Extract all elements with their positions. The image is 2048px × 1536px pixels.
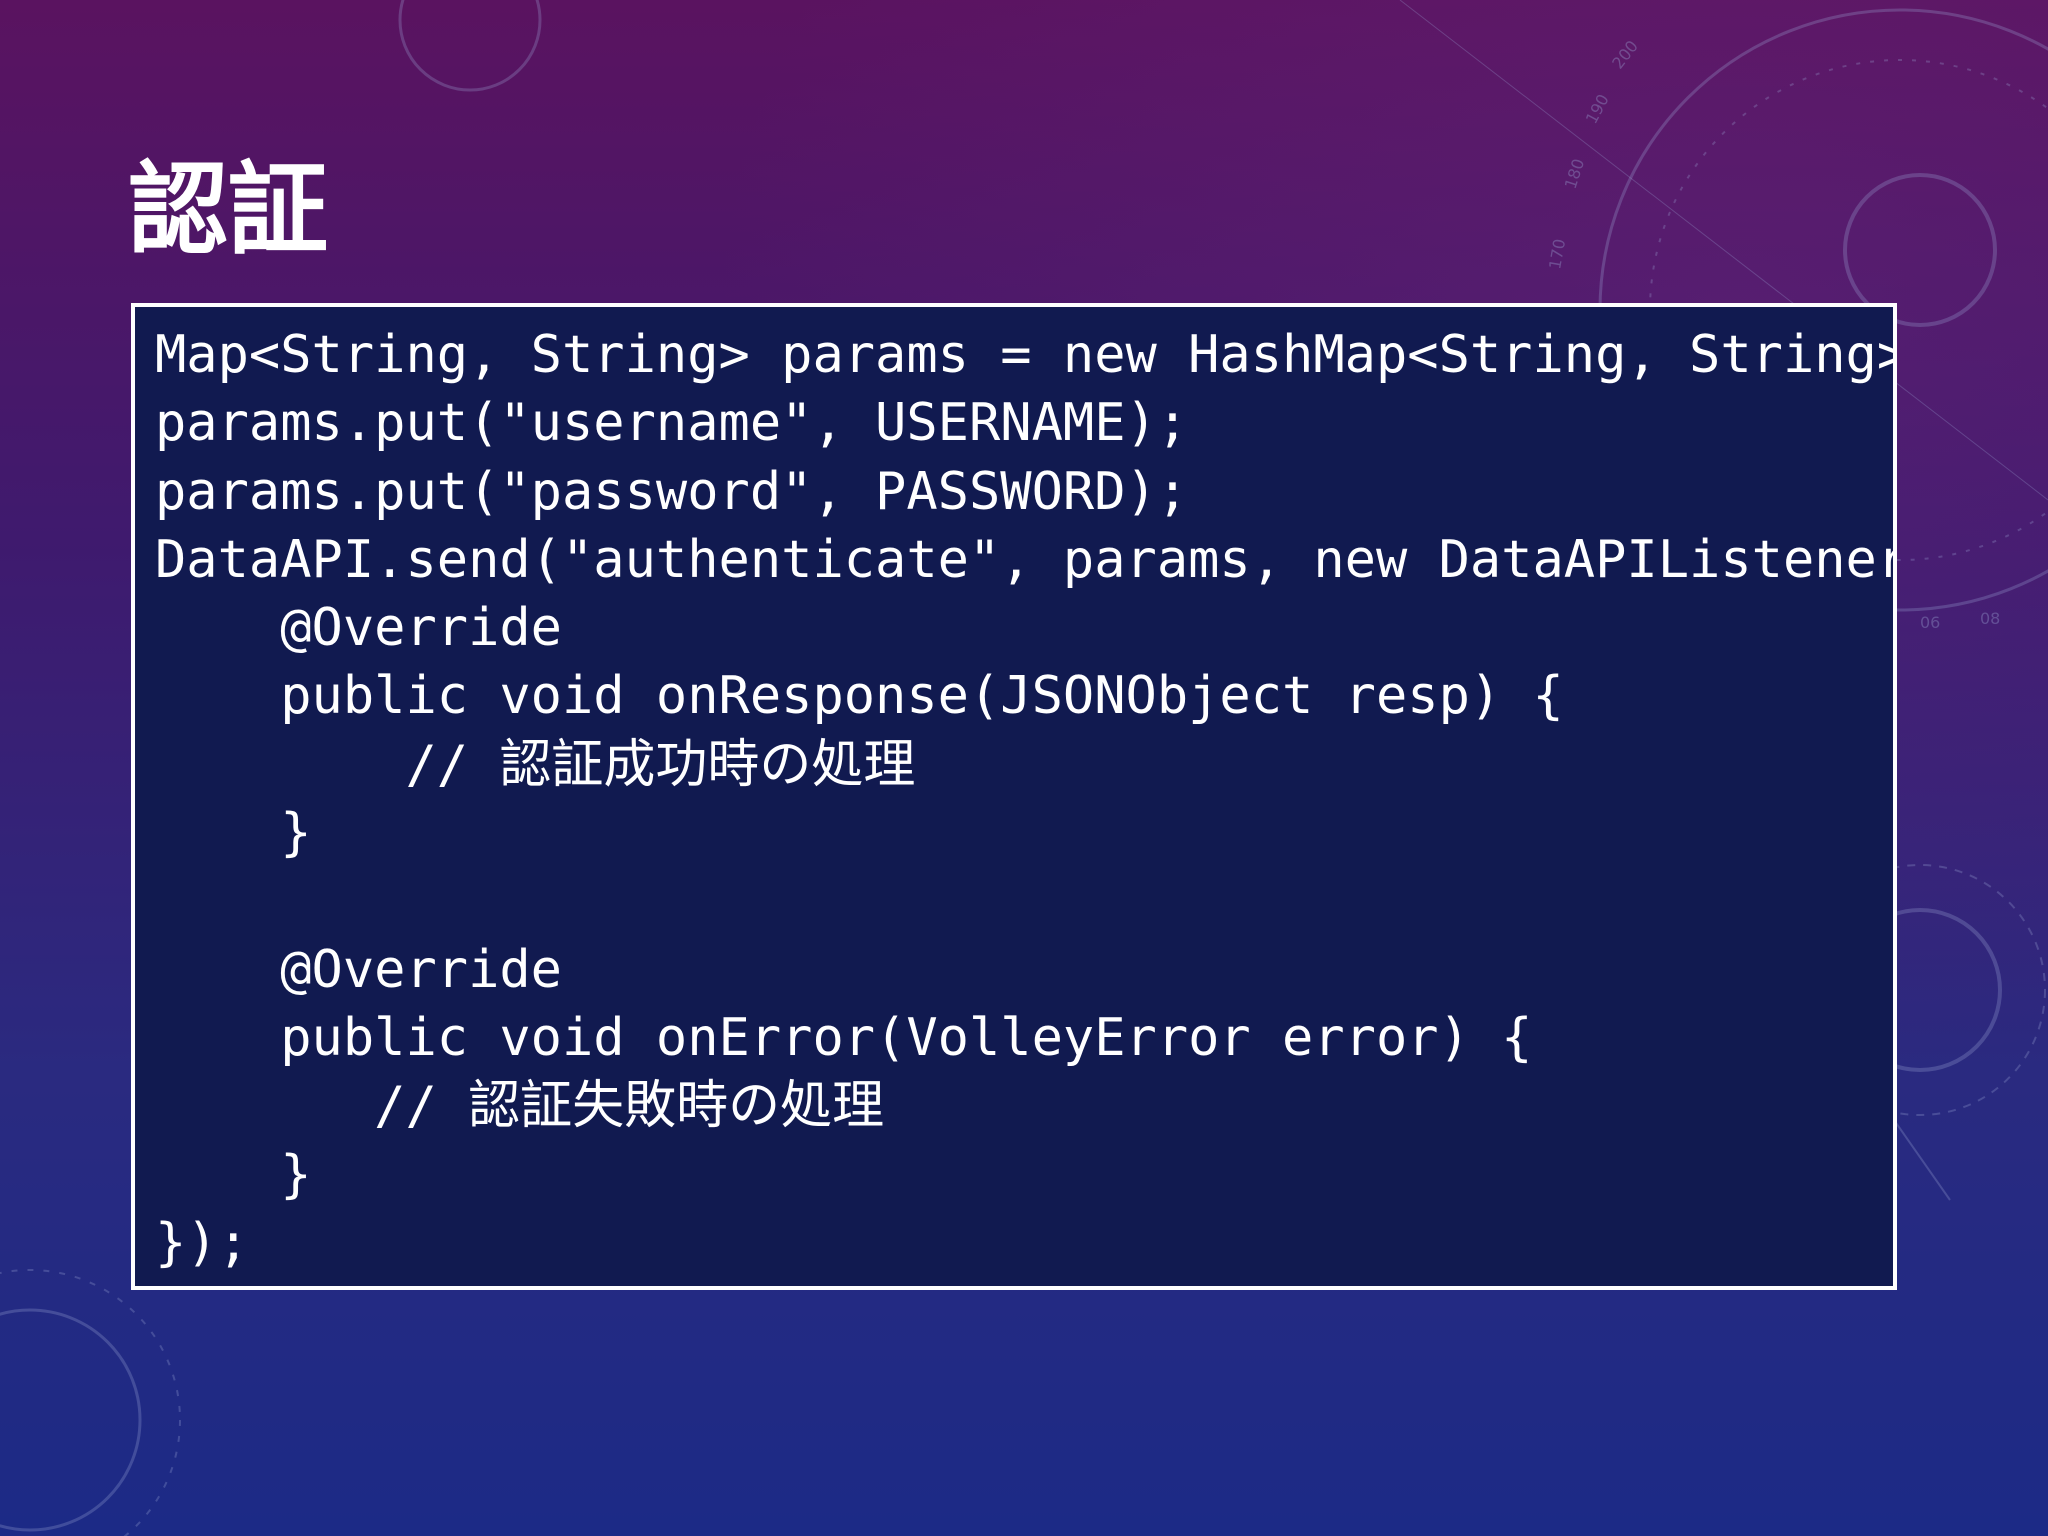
- slide-title: 認証: [128, 151, 328, 268]
- code-line: public void onResponse(JSONObject resp) …: [155, 666, 1564, 727]
- code-line: public void onError(VolleyError error) {: [155, 1007, 1533, 1068]
- code-line: }: [155, 1144, 312, 1205]
- code-comment: // 認証成功時の処理: [155, 734, 916, 795]
- code-line: });: [155, 1212, 249, 1273]
- code-line: Map<String, String> params = new HashMap…: [155, 325, 1897, 385]
- code-block: Map<String, String> params = new HashMap…: [131, 303, 1897, 1290]
- code-comment: // 認証失敗時の処理: [155, 1076, 885, 1137]
- code-line: params.put("password", PASSWORD);: [155, 461, 1189, 522]
- dial-number-08: 08: [1980, 609, 2000, 628]
- code-line: params.put("username", USERNAME);: [155, 393, 1189, 454]
- code-line: @Override: [155, 598, 562, 659]
- code-line: @Override: [155, 939, 562, 1000]
- dial-number-06: 06: [1920, 613, 1940, 632]
- code-line: }: [155, 803, 312, 864]
- code-line: DataAPI.send("authenticate", params, new…: [155, 529, 1897, 590]
